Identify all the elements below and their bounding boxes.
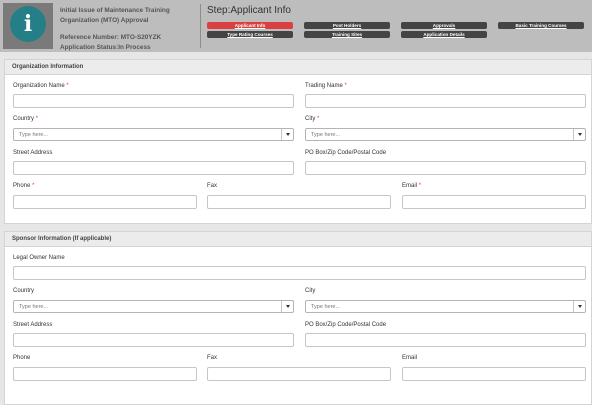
phone-input[interactable]	[13, 195, 197, 209]
sponsor-fax-label: Fax	[207, 355, 218, 361]
reference-number: Reference Number: MTO-S20YZK	[60, 34, 162, 41]
city-placeholder: Type here...	[311, 132, 341, 138]
legal-owner-input[interactable]	[13, 266, 586, 280]
logo-box: i	[3, 3, 53, 49]
tab-applicant-info[interactable]: Applicant Info	[207, 22, 293, 29]
sponsor-email-label: Email	[402, 355, 418, 361]
fax-input[interactable]	[207, 195, 391, 209]
application-header: i Initial Issue of Maintenance Training …	[0, 0, 592, 52]
tab-post-holders[interactable]: Post Holders	[304, 22, 390, 29]
sponsor-street-input[interactable]	[13, 333, 294, 347]
sponsor-city-placeholder: Type here...	[311, 304, 341, 310]
country-placeholder: Type here...	[19, 132, 49, 138]
organization-name-label: Organization Name *	[13, 83, 69, 89]
organization-name-input[interactable]	[13, 94, 294, 108]
sponsor-po-box-label: PO Box/Zip Code/Postal Code	[305, 322, 387, 328]
info-icon: i	[10, 6, 46, 42]
city-select[interactable]: Type here...	[305, 128, 586, 141]
sponsor-po-box-input[interactable]	[305, 333, 586, 347]
email-label: Email *	[402, 183, 422, 189]
tab-application-details[interactable]: Application Details	[401, 31, 487, 38]
application-title-line2: Organization (MTO) Approval	[60, 17, 149, 24]
po-box-input[interactable]	[305, 161, 586, 175]
application-status: Application Status:In Process	[60, 44, 151, 51]
sponsor-phone-input[interactable]	[13, 367, 197, 381]
organization-panel: Organization Information Organization Na…	[4, 59, 592, 224]
application-title-line1: Initial Issue of Maintenance Training	[60, 7, 170, 14]
sponsor-country-placeholder: Type here...	[19, 304, 49, 310]
street-address-label: Street Address	[13, 150, 53, 156]
chevron-down-icon[interactable]	[573, 301, 585, 312]
tab-approvals[interactable]: Approvals	[401, 22, 487, 29]
tab-training-sites[interactable]: Training Sites	[304, 31, 390, 38]
fax-label: Fax	[207, 183, 218, 189]
step-title: Step:Applicant Info	[207, 5, 291, 16]
sponsor-city-select[interactable]: Type here...	[305, 300, 586, 313]
trading-name-label: Trading Name *	[305, 83, 347, 89]
tab-basic-training-courses[interactable]: Basic Training Courses	[498, 22, 584, 29]
chevron-down-icon[interactable]	[573, 129, 585, 140]
tab-type-rating-courses[interactable]: Type Rating Courses	[207, 31, 293, 38]
sponsor-email-input[interactable]	[402, 367, 586, 381]
sponsor-fax-input[interactable]	[207, 367, 391, 381]
country-label: Country *	[13, 116, 39, 122]
sponsor-street-label: Street Address	[13, 322, 53, 328]
sponsor-panel: Sponsor Information (If applicable) Lega…	[4, 231, 592, 405]
sponsor-phone-label: Phone	[13, 355, 31, 361]
street-address-input[interactable]	[13, 161, 294, 175]
po-box-label: PO Box/Zip Code/Postal Code	[305, 150, 387, 156]
phone-label: Phone *	[13, 183, 35, 189]
organization-heading: Organization Information	[5, 60, 591, 75]
city-label: City *	[305, 116, 320, 122]
chevron-down-icon[interactable]	[281, 301, 293, 312]
email-input[interactable]	[402, 195, 586, 209]
sponsor-country-select[interactable]: Type here...	[13, 300, 294, 313]
country-select[interactable]: Type here...	[13, 128, 294, 141]
trading-name-input[interactable]	[305, 94, 586, 108]
header-divider	[200, 4, 201, 48]
sponsor-city-label: City	[305, 288, 316, 294]
sponsor-heading: Sponsor Information (If applicable)	[5, 232, 591, 247]
legal-owner-label: Legal Owner Name	[13, 255, 65, 261]
sponsor-country-label: Country	[13, 288, 35, 294]
chevron-down-icon[interactable]	[281, 129, 293, 140]
application-info: Initial Issue of Maintenance Training Or…	[60, 6, 198, 53]
